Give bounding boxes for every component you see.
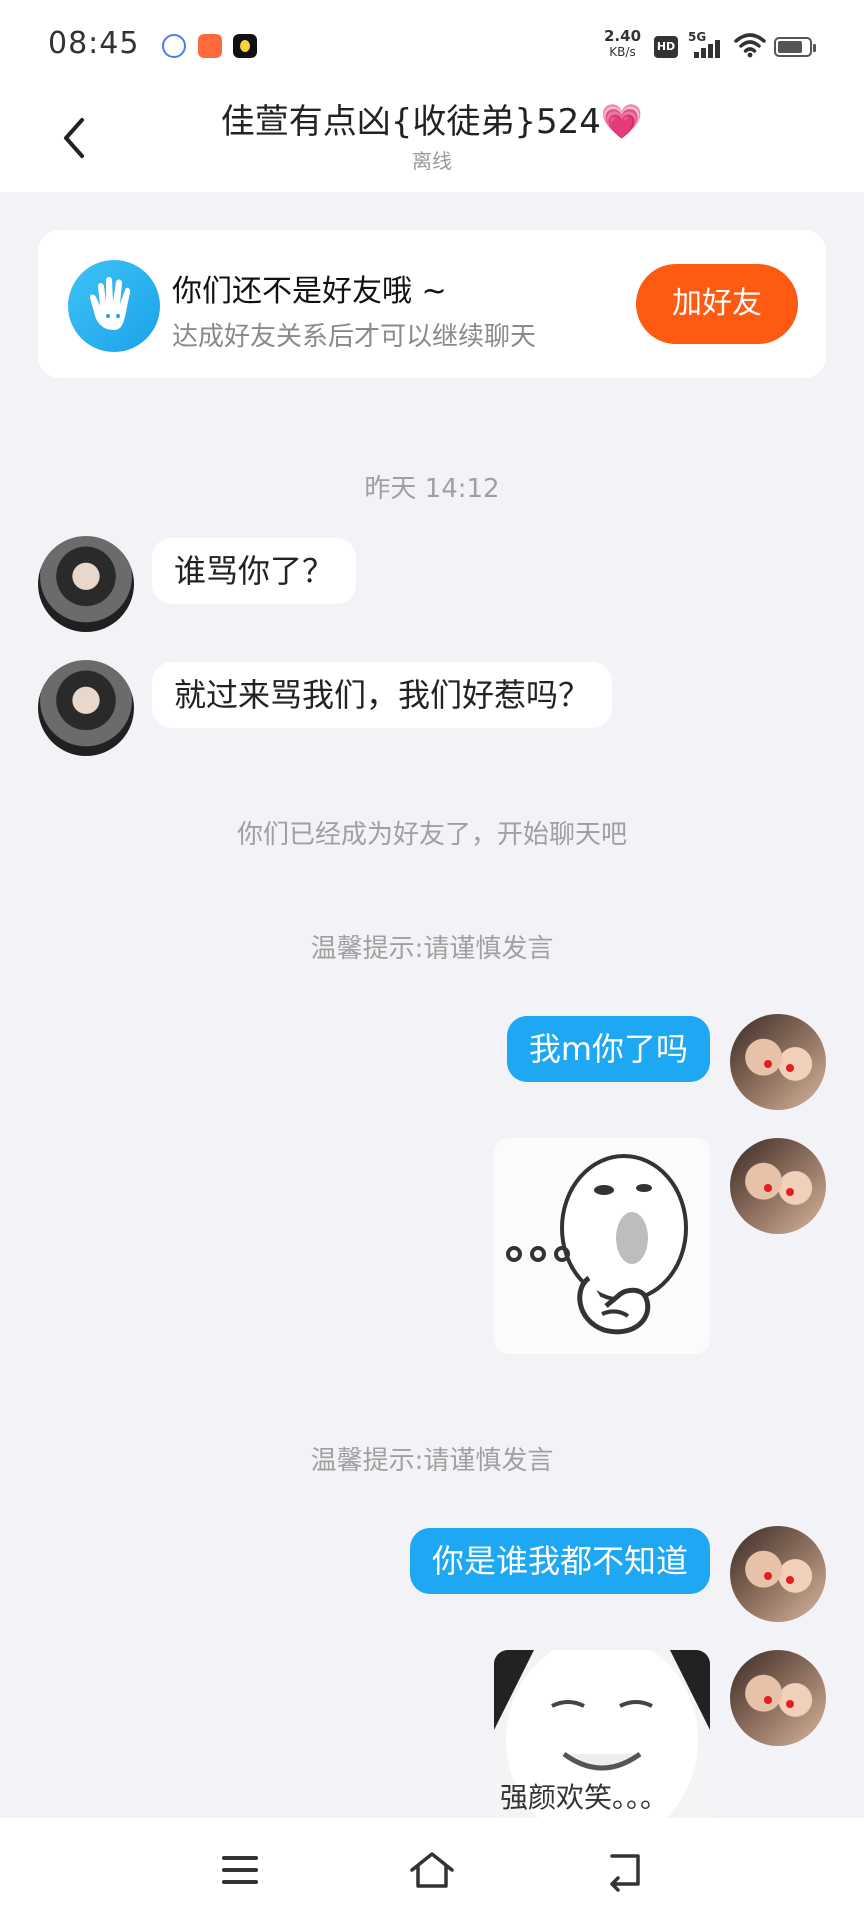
status-bar: 08:45 2.40 KB/s HD 5G — [0, 0, 864, 90]
contact-avatar[interactable] — [38, 660, 134, 756]
add-friend-button[interactable]: 加好友 — [636, 264, 798, 344]
outgoing-message[interactable]: 你是谁我都不知道 — [409, 1528, 710, 1594]
app-notification-icon — [233, 34, 257, 58]
chat-title-text: 佳萱有点凶{收徒弟}524 — [220, 102, 601, 142]
safety-tip: 温馨提示:请谨慎发言 — [310, 934, 554, 964]
incoming-message[interactable]: 就过来骂我们，我们好惹吗？ — [152, 662, 613, 728]
banner-title: 你们还不是好友哦 ~ — [172, 274, 447, 309]
outgoing-message[interactable]: 我m你了吗 — [506, 1016, 710, 1082]
sticker-caption: 强颜欢笑。。。 — [500, 1781, 669, 1814]
banner-subtitle: 达成好友关系后才可以继续聊天 — [172, 322, 537, 352]
home-icon[interactable] — [408, 1848, 456, 1892]
status-time: 08:45 — [48, 26, 140, 61]
back-button[interactable] — [52, 108, 112, 168]
my-avatar[interactable] — [730, 1526, 826, 1622]
chat-title: 佳萱有点凶{收徒弟}524💗 — [150, 94, 714, 143]
not-friends-banner: 你们还不是好友哦 ~ 达成好友关系后才可以继续聊天 加好友 — [38, 230, 826, 378]
app-notification-icon — [198, 34, 222, 58]
waving-hand-icon — [68, 260, 160, 352]
hd-badge: HD — [654, 36, 678, 58]
message-timestamp: 昨天 14:12 — [364, 474, 500, 504]
sticker-thinking[interactable] — [494, 1138, 710, 1354]
contact-avatar[interactable] — [38, 536, 134, 632]
network-speed-unit: KB/s — [609, 45, 636, 59]
my-avatar[interactable] — [730, 1650, 826, 1746]
signal-icon: 5G — [688, 30, 724, 60]
chat-header: 佳萱有点凶{收徒弟}524💗 离线 — [0, 90, 864, 192]
network-speed-value: 2.40 — [604, 27, 642, 45]
sticker-forced-smile[interactable]: 强颜欢笑。。。 — [494, 1650, 710, 1818]
my-avatar[interactable] — [730, 1014, 826, 1110]
signal-label: 5G — [688, 30, 707, 44]
my-avatar[interactable] — [730, 1138, 826, 1234]
wifi-icon — [734, 33, 766, 58]
incoming-message[interactable]: 谁骂你了？ — [152, 538, 357, 604]
heart-emoji-icon: 💗 — [600, 102, 644, 142]
chat-title-area: 佳萱有点凶{收徒弟}524💗 离线 — [150, 94, 714, 174]
system-navigation-bar — [0, 1818, 864, 1920]
safety-tip: 温馨提示:请谨慎发言 — [310, 1446, 554, 1476]
app-notification-icon — [162, 34, 186, 58]
battery-icon — [774, 37, 816, 57]
online-status: 离线 — [412, 149, 452, 173]
system-message: 你们已经成为好友了，开始聊天吧 — [236, 820, 627, 850]
menu-icon[interactable] — [216, 1848, 264, 1892]
return-icon[interactable] — [602, 1848, 650, 1892]
network-speed: 2.40 KB/s — [604, 28, 641, 60]
